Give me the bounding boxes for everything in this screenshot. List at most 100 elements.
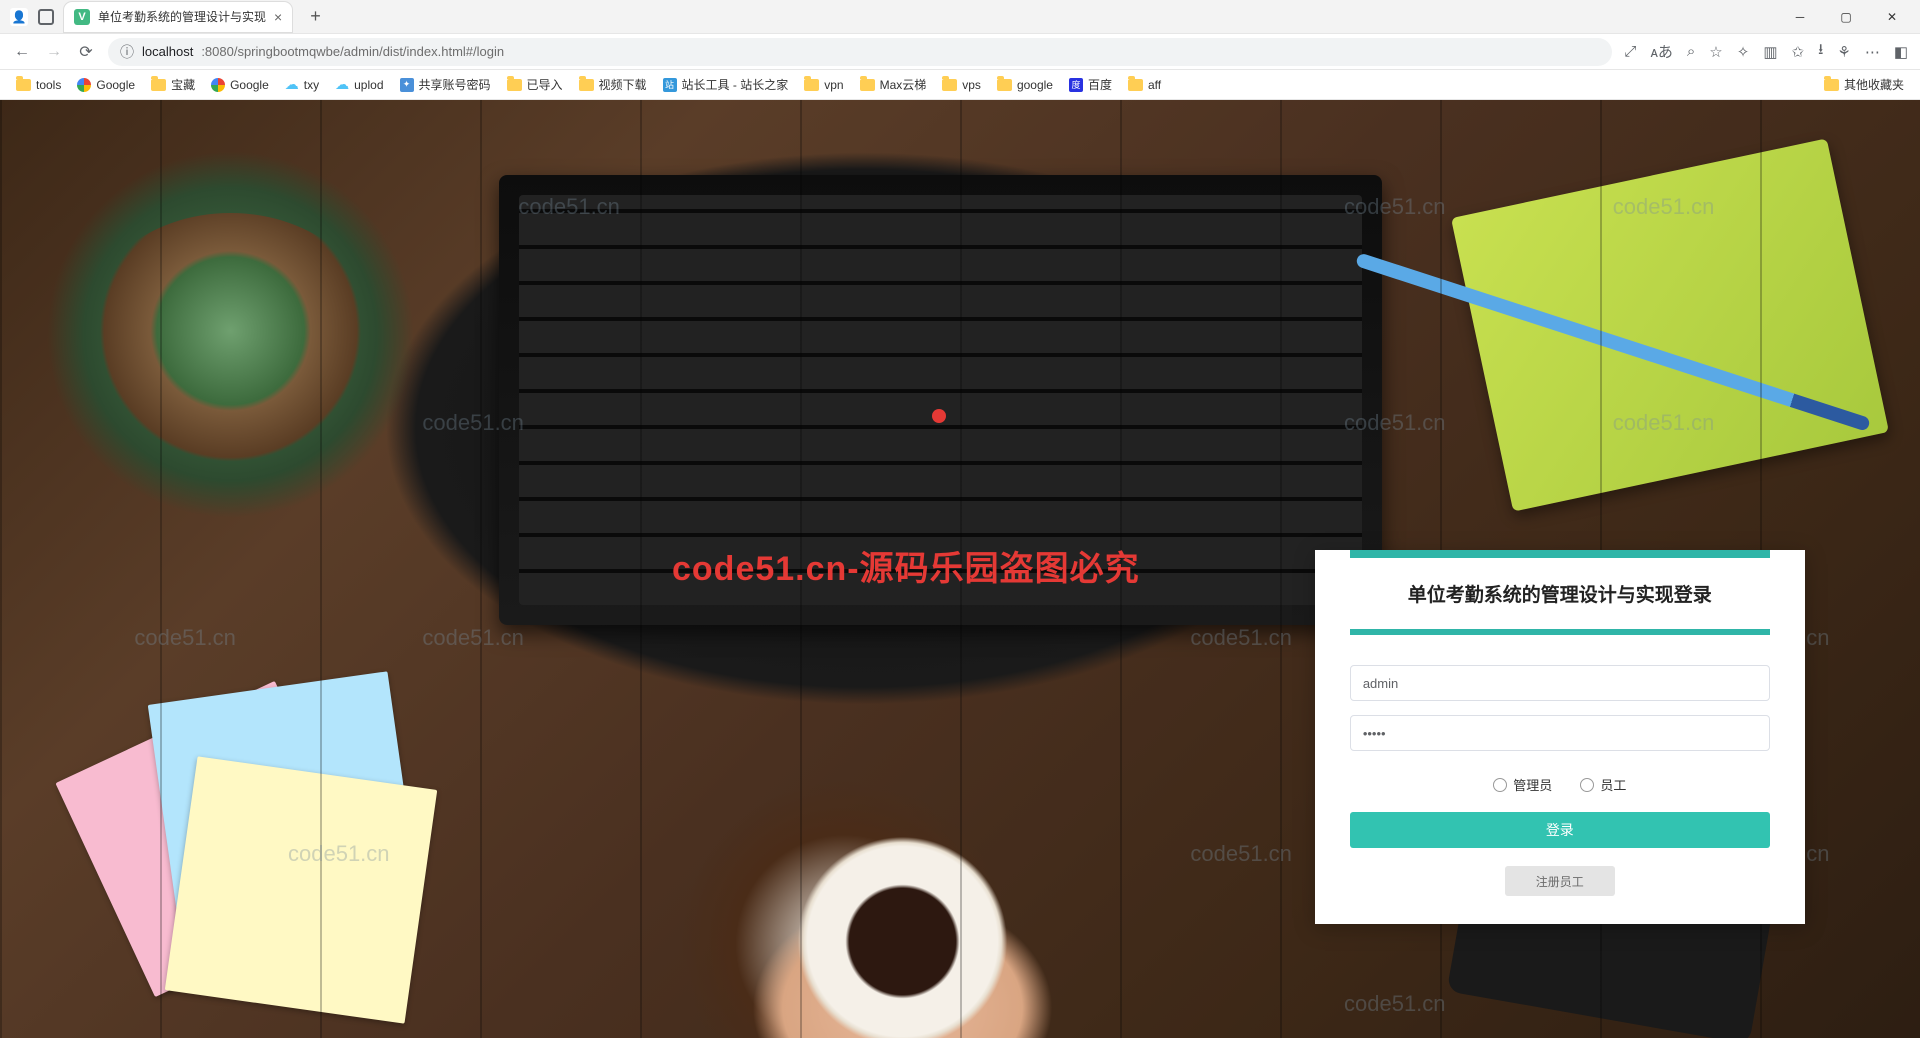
- username-input[interactable]: [1350, 665, 1770, 701]
- window-close-button[interactable]: ✕: [1870, 3, 1914, 31]
- collections-icon[interactable]: ▥: [1763, 43, 1777, 61]
- vue-favicon-icon: V: [74, 9, 90, 25]
- register-staff-button[interactable]: 注册员工: [1505, 866, 1615, 896]
- key-icon: ✦: [400, 78, 414, 92]
- folder-icon: [1128, 79, 1143, 91]
- radio-icon: [1580, 778, 1594, 792]
- radio-label: 员工: [1600, 775, 1626, 794]
- bookmark-other-folder[interactable]: 其他收藏夹: [1818, 73, 1910, 96]
- bookmark-label: tools: [36, 78, 61, 92]
- bookmark-item[interactable]: google: [991, 75, 1059, 95]
- folder-icon: [507, 79, 522, 91]
- bookmark-label: 共享账号密码: [419, 76, 491, 93]
- bg-pen: [1355, 252, 1871, 431]
- google-icon: [211, 78, 225, 92]
- lens-icon[interactable]: ⌕: [1687, 43, 1695, 60]
- baidu-icon: 度: [1069, 78, 1083, 92]
- bookmark-item[interactable]: 宝藏: [145, 73, 201, 96]
- favorite-icon[interactable]: ☆: [1709, 43, 1722, 61]
- read-aloud-icon[interactable]: ᴀあ: [1650, 41, 1672, 62]
- bookmark-label: txy: [304, 78, 319, 92]
- nav-reload-icon[interactable]: ⟳: [76, 42, 96, 62]
- watermark-gray: code51.cn: [1344, 991, 1446, 1017]
- bookmark-label: google: [1017, 78, 1053, 92]
- window-minimize-button[interactable]: ─: [1778, 3, 1822, 31]
- role-radio-staff[interactable]: 员工: [1580, 775, 1626, 794]
- watermark-gray: code51.cn: [1344, 410, 1446, 436]
- window-maximize-button[interactable]: ▢: [1824, 3, 1868, 31]
- folder-icon: [860, 79, 875, 91]
- folder-icon: [942, 79, 957, 91]
- watermark-gray: code51.cn: [288, 841, 390, 867]
- radio-label: 管理员: [1513, 775, 1552, 794]
- bookmark-item[interactable]: 度百度: [1063, 73, 1118, 96]
- cloud-icon: ☁: [335, 76, 349, 93]
- nav-back-icon[interactable]: ←: [12, 42, 32, 62]
- password-input[interactable]: [1350, 715, 1770, 751]
- bookmark-item[interactable]: 视频下载: [573, 73, 653, 96]
- folder-icon: [579, 79, 594, 91]
- watermark-gray: code51.cn: [518, 194, 620, 220]
- login-header: 单位考勤系统的管理设计与实现登录: [1350, 550, 1770, 635]
- address-bar[interactable]: ⓘ localhost:8080/springbootmqwbe/admin/d…: [108, 38, 1612, 66]
- bookmark-item[interactable]: vpn: [798, 75, 849, 95]
- bookmark-item[interactable]: vps: [936, 75, 987, 95]
- folder-icon: [997, 79, 1012, 91]
- login-button[interactable]: 登录: [1350, 812, 1770, 848]
- extensions-icon[interactable]: ✧: [1737, 43, 1750, 61]
- new-tab-button[interactable]: +: [302, 6, 329, 27]
- bookmark-item[interactable]: 站站长工具 - 站长之家: [657, 73, 795, 96]
- bookmark-item[interactable]: tools: [10, 75, 67, 95]
- bookmark-label: 其他收藏夹: [1844, 76, 1904, 93]
- watermark-gray: code51.cn: [422, 625, 524, 651]
- profile-icon[interactable]: 👤: [10, 8, 28, 26]
- close-tab-icon[interactable]: ×: [274, 9, 282, 25]
- page-viewport: code51.cn code51.cn code51.cn code51.cn …: [0, 100, 1920, 1038]
- downloads-icon[interactable]: ⭳: [1818, 39, 1823, 64]
- tab-overview-icon[interactable]: [38, 9, 54, 25]
- bookmark-label: 已导入: [527, 76, 563, 93]
- role-radio-admin[interactable]: 管理员: [1493, 775, 1552, 794]
- watermark-gray: code51.cn: [422, 410, 524, 436]
- bookmark-item[interactable]: Google: [205, 75, 275, 95]
- site-icon: 站: [663, 78, 677, 92]
- window-titlebar: 👤 V 单位考勤系统的管理设计与实现 × + ─ ▢ ✕: [0, 0, 1920, 34]
- bookmarks-bar: toolsGoogle宝藏Google☁txy☁uplod✦共享账号密码已导入视…: [0, 70, 1920, 100]
- sidebar-toggle-icon[interactable]: ◧: [1894, 43, 1908, 61]
- watermark-gray: code51.cn: [134, 625, 236, 651]
- more-menu-icon[interactable]: ⋯: [1865, 43, 1880, 61]
- performance-icon[interactable]: ⚘: [1837, 43, 1850, 61]
- role-radio-group: 管理员 员工: [1350, 775, 1770, 794]
- bookmark-label: vpn: [824, 78, 843, 92]
- bookmark-label: 视频下载: [599, 76, 647, 93]
- bookmark-item[interactable]: ✦ 共享账号密码: [394, 73, 497, 96]
- watermark-red: code51.cn-源码乐园盗图必究: [672, 541, 1140, 590]
- bookmark-item[interactable]: ☁ uplod: [329, 73, 389, 96]
- bookmark-label: vps: [962, 78, 981, 92]
- login-panel: 单位考勤系统的管理设计与实现登录 管理员 员工 登录 注册员工: [1315, 550, 1805, 924]
- bookmark-item[interactable]: 已导入: [501, 73, 569, 96]
- bookmark-item[interactable]: aff: [1122, 75, 1167, 95]
- bg-coffee: [768, 807, 1037, 1038]
- url-path: :8080/springbootmqwbe/admin/dist/index.h…: [201, 44, 504, 59]
- bookmark-item[interactable]: Google: [71, 75, 141, 95]
- folder-icon: [151, 79, 166, 91]
- folder-icon: [16, 79, 31, 91]
- bookmark-label: aff: [1148, 78, 1161, 92]
- bookmark-label: Google: [230, 78, 269, 92]
- radio-icon: [1493, 778, 1507, 792]
- nav-forward-icon[interactable]: →: [44, 42, 64, 62]
- google-icon: [77, 78, 91, 92]
- browser-tab-active[interactable]: V 单位考勤系统的管理设计与实现 ×: [64, 2, 292, 32]
- bookmark-item[interactable]: ☁ txy: [279, 73, 325, 96]
- bg-hand: [691, 850, 1113, 1038]
- folder-icon: [804, 79, 819, 91]
- site-info-icon[interactable]: ⓘ: [120, 42, 134, 62]
- tab-title: 单位考勤系统的管理设计与实现: [98, 8, 266, 25]
- cloud-icon: ☁: [285, 76, 299, 93]
- favorites-bar-icon[interactable]: ✩: [1792, 43, 1805, 61]
- zoom-icon[interactable]: ⤢: [1624, 43, 1636, 60]
- bookmark-label: uplod: [354, 78, 383, 92]
- bg-sticky-notes: [77, 653, 423, 991]
- bookmark-item[interactable]: Max云梯: [854, 73, 933, 96]
